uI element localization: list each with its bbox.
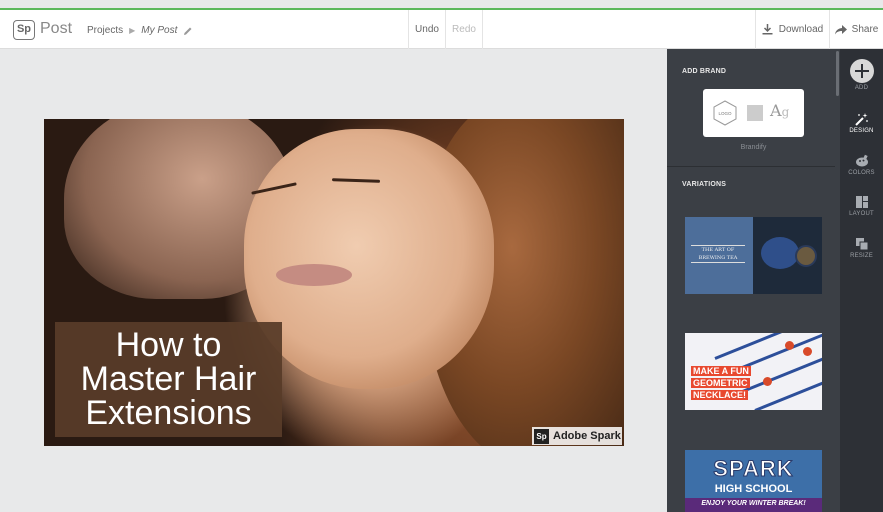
brand-font-letter-g: g (781, 105, 790, 119)
variation-spark-tagline: ENJOY YOUR WINTER BREAK! (685, 498, 822, 512)
brandify-label[interactable]: Brandify (667, 144, 840, 151)
share-button[interactable]: Share (829, 10, 883, 49)
variation-necklace-line: MAKE A FUN (691, 366, 751, 376)
rail-layout[interactable]: LAYOUT (840, 195, 883, 217)
rail-layout-label: LAYOUT (849, 211, 874, 217)
download-button[interactable]: Download (755, 10, 829, 49)
teacup-shape (795, 245, 817, 267)
spark-logo-icon: Sp (13, 20, 35, 40)
variation-tea-text: THE ART OF BREWING TEA (691, 245, 745, 263)
rail-design[interactable]: DESIGN (840, 112, 883, 134)
variation-necklace-text: MAKE A FUN GEOMETRIC NECKLACE! (691, 365, 751, 401)
palette-icon (855, 154, 868, 167)
breadcrumb: Projects ▶ My Post (87, 25, 193, 36)
share-label: Share (851, 24, 879, 35)
rail-colors[interactable]: COLORS (840, 154, 883, 176)
brand-font-sample: Ag (770, 101, 789, 120)
share-icon (834, 24, 847, 34)
magic-wand-icon (854, 113, 868, 126)
undo-button[interactable]: Undo (408, 10, 445, 49)
variation-necklace[interactable]: MAKE A FUN GEOMETRIC NECKLACE! (685, 333, 822, 410)
tool-rail: ADD DESIGN COLORS LAYOUT RESIZE (840, 49, 883, 512)
rail-resize[interactable]: RESIZE (840, 237, 883, 259)
download-label: Download (778, 24, 824, 35)
necklace-bead (785, 341, 794, 350)
variation-spark-high-school[interactable]: SPARK HIGH SCHOOL ENJOY YOUR WINTER BREA… (685, 450, 822, 512)
add-brand-heading: ADD BRAND (682, 68, 727, 75)
pencil-icon[interactable] (183, 26, 193, 36)
brand-logo-text: LOGO (718, 111, 732, 116)
rail-add[interactable]: ADD (840, 59, 883, 91)
resize-icon (855, 238, 868, 251)
brand-card[interactable]: LOGO Ag (703, 89, 804, 137)
redo-button[interactable]: Redo (445, 10, 483, 49)
variations-heading: VARIATIONS (682, 181, 727, 188)
necklace-bead (803, 347, 812, 356)
scrollbar-thumb[interactable] (836, 51, 839, 96)
post-title-line: Master Hair (80, 360, 257, 398)
download-icon (762, 24, 773, 35)
design-panel: ADD BRAND LOGO Ag Brandify VARIATIONS TH… (667, 49, 840, 512)
teapot-shape (761, 237, 799, 269)
plus-icon (849, 59, 874, 83)
post-title-text-box[interactable]: How to Master Hair Extensions (55, 322, 282, 437)
post-title-line: How to (115, 326, 222, 364)
variation-tea-photo (753, 217, 822, 294)
variation-tea[interactable]: THE ART OF BREWING TEA (685, 217, 822, 294)
breadcrumb-current-post[interactable]: My Post (141, 25, 177, 36)
rail-add-label: ADD (854, 85, 869, 91)
variation-necklace-line: NECKLACE! (691, 390, 748, 400)
necklace-bead (763, 377, 772, 386)
panel-divider (667, 166, 840, 167)
brand-color-swatch (747, 105, 763, 121)
rail-resize-label: RESIZE (850, 253, 873, 259)
top-toolbar: Sp Post Projects ▶ My Post Undo Redo Dow… (0, 10, 883, 49)
post-title-line: Extensions (85, 394, 252, 432)
layout-icon (855, 196, 868, 208)
watermark-text: Adobe Spark (553, 430, 621, 442)
variation-necklace-line: GEOMETRIC (691, 378, 750, 388)
post-canvas[interactable]: How to Master Hair Extensions Sp Adobe S… (44, 119, 624, 446)
rail-design-label: DESIGN (849, 128, 874, 134)
variation-spark-subtitle: HIGH SCHOOL (714, 483, 793, 495)
adobe-spark-watermark[interactable]: Sp Adobe Spark (532, 427, 622, 445)
spark-logo-icon: Sp (534, 428, 549, 444)
breadcrumb-projects[interactable]: Projects (87, 25, 123, 36)
app-name: Post (40, 20, 73, 37)
variation-spark-title: SPARK (713, 456, 794, 482)
hexagon-logo-icon: LOGO (713, 100, 737, 126)
chevron-right-icon: ▶ (129, 26, 136, 35)
rail-colors-label: COLORS (848, 170, 875, 176)
brand-font-letter-a: A (770, 101, 782, 120)
photo-lips (276, 264, 352, 286)
